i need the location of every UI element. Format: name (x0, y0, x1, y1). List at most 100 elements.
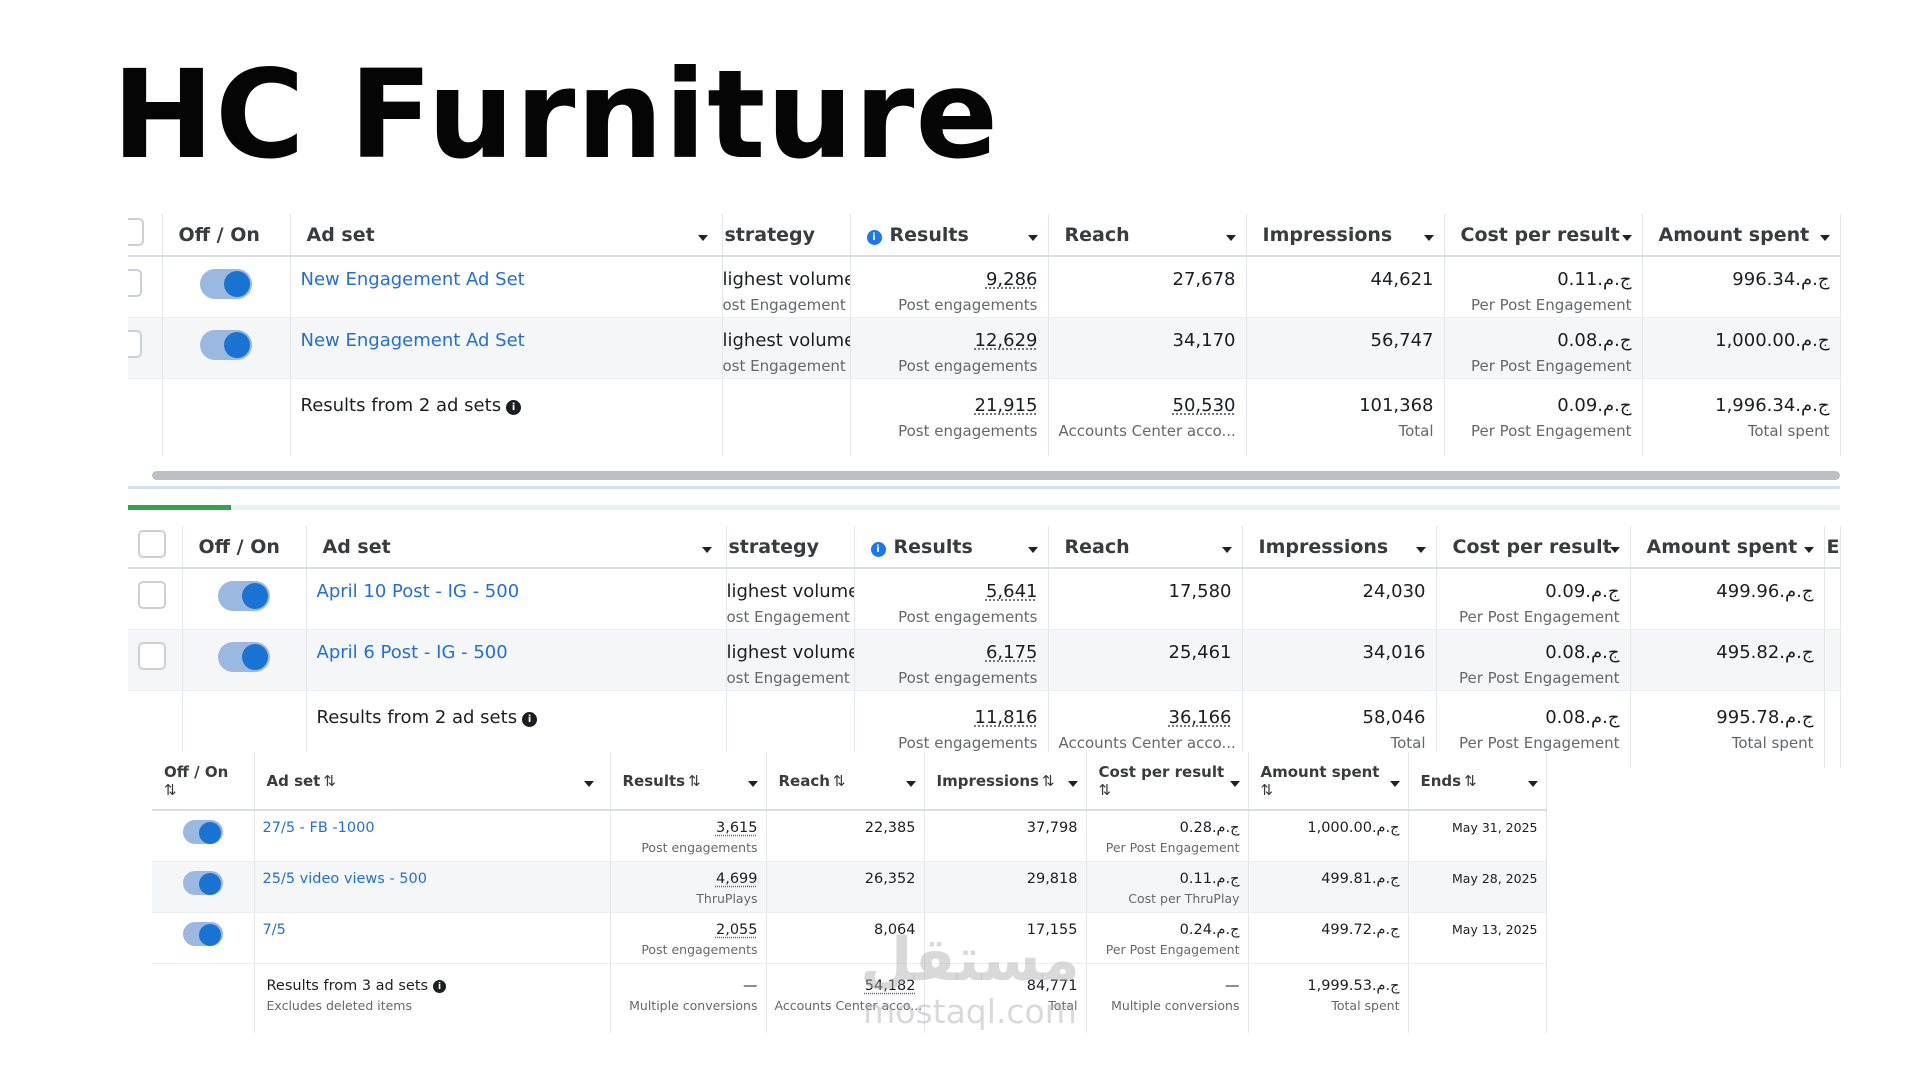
results-value[interactable]: 12,629 (975, 330, 1038, 351)
column-header-results[interactable]: i Results (850, 214, 1049, 257)
column-header-adset[interactable]: Ad set (306, 526, 727, 569)
sort-icon[interactable]: ⇅ (833, 772, 846, 790)
dropdown-caret-icon[interactable] (1027, 546, 1038, 553)
results-value[interactable]: 9,286 (986, 269, 1038, 290)
table-row[interactable]: April 10 Post - IG - 500 lighest volume o… (128, 568, 1841, 630)
column-header-toggle[interactable]: Off / On (182, 526, 307, 569)
summary-reach[interactable]: 54,182 (865, 978, 916, 994)
adset-name-link[interactable]: New Engagement Ad Set (301, 269, 525, 290)
dropdown-caret-icon[interactable] (1819, 234, 1830, 241)
amount-value: ج.م.499.72 (1248, 912, 1409, 964)
toggle-icon[interactable] (218, 581, 270, 611)
column-header-reach[interactable]: Reach (1048, 214, 1247, 257)
results-value[interactable]: 4,699 (716, 871, 758, 887)
row-checkbox[interactable] (128, 329, 142, 358)
dropdown-caret-icon[interactable] (1527, 780, 1538, 787)
sort-icon[interactable]: ⇅ (688, 772, 701, 790)
summary-results[interactable]: 21,915 (975, 395, 1038, 416)
column-header-reach[interactable]: Reach ⇅ (766, 752, 925, 811)
column-header-strategy[interactable]: strategy (722, 214, 851, 257)
dropdown-caret-icon[interactable] (1229, 780, 1240, 787)
column-header-cost[interactable]: Cost per result (1436, 526, 1631, 569)
dropdown-caret-icon[interactable] (1803, 546, 1814, 553)
sort-icon[interactable]: ⇅ (323, 772, 336, 790)
column-header-impressions[interactable]: Impressions ⇅ (924, 752, 1087, 811)
select-all-checkbox[interactable] (138, 530, 166, 558)
results-value[interactable]: 6,175 (986, 642, 1038, 663)
dropdown-caret-icon[interactable] (1221, 546, 1232, 553)
column-header-impressions[interactable]: Impressions (1242, 526, 1437, 569)
adset-name-link[interactable]: April 10 Post - IG - 500 (317, 581, 520, 602)
horizontal-scrollbar[interactable] (152, 471, 1840, 480)
dropdown-caret-icon[interactable] (701, 546, 712, 553)
toggle-icon[interactable] (218, 641, 270, 672)
adset-name-link[interactable]: 27/5 - FB -1000 (263, 820, 375, 836)
table-row[interactable]: 27/5 - FB -1000 3,615 Post engagements 22… (152, 810, 1547, 862)
sort-icon[interactable]: ⇅ (1464, 772, 1477, 790)
column-header-strategy[interactable]: strategy (726, 526, 855, 569)
column-header-amount[interactable]: Amount spent (1642, 214, 1841, 257)
dropdown-caret-icon[interactable] (747, 780, 758, 787)
table-row[interactable]: 7/5 2,055 Post engagements 8,064 17,155 ج… (152, 912, 1547, 964)
amount-value: ج.م.996.34 (1642, 256, 1841, 318)
results-value[interactable]: 2,055 (716, 922, 758, 938)
sort-icon[interactable]: ⇅ (164, 781, 177, 799)
sort-icon[interactable]: ⇅ (1099, 781, 1112, 799)
column-header-toggle[interactable]: Off / On ⇅ (152, 752, 255, 811)
adset-name-link[interactable]: 25/5 video views - 500 (263, 871, 427, 887)
summary-results[interactable]: 11,816 (975, 707, 1038, 728)
dropdown-caret-icon[interactable] (905, 780, 916, 787)
dropdown-caret-icon[interactable] (1067, 780, 1078, 787)
summary-reach[interactable]: 50,530 (1173, 395, 1236, 416)
adset-name-link[interactable]: New Engagement Ad Set (301, 330, 525, 351)
dropdown-caret-icon[interactable] (697, 234, 708, 241)
toggle-icon[interactable] (182, 921, 223, 946)
dropdown-caret-icon[interactable] (1415, 546, 1426, 553)
select-all-checkbox[interactable] (128, 218, 144, 246)
sort-icon[interactable]: ⇅ (1261, 781, 1274, 799)
dropdown-caret-icon[interactable] (1027, 234, 1038, 241)
sort-icon[interactable]: ⇅ (1042, 772, 1055, 790)
results-value[interactable]: 3,615 (716, 820, 758, 836)
column-header-toggle[interactable]: Off / On (162, 214, 291, 257)
impressions-value: 17,155 (924, 912, 1087, 964)
dropdown-caret-icon[interactable] (1225, 234, 1236, 241)
column-header-reach[interactable]: Reach (1048, 526, 1243, 569)
column-header-adset[interactable]: Ad set (290, 214, 723, 257)
dropdown-caret-icon[interactable] (1621, 234, 1632, 241)
cost-value: ج.م.0.11 (1557, 269, 1632, 290)
row-checkbox[interactable] (138, 581, 166, 609)
info-icon[interactable]: i (433, 980, 447, 993)
column-header-results[interactable]: i Results (854, 526, 1049, 569)
table-row[interactable]: April 6 Post - IG - 500 lighest volume os… (128, 629, 1841, 691)
column-header-cost[interactable]: Cost per result ⇅ (1086, 752, 1249, 811)
column-header-results[interactable]: Results ⇅ (610, 752, 767, 811)
row-checkbox[interactable] (138, 641, 166, 670)
column-header-amount[interactable]: Amount spent ⇅ (1248, 752, 1409, 811)
toggle-icon[interactable] (200, 269, 252, 299)
toggle-icon[interactable] (182, 820, 223, 844)
toggle-icon[interactable] (200, 329, 252, 360)
toggle-icon[interactable] (182, 870, 223, 895)
dropdown-caret-icon[interactable] (1389, 780, 1400, 787)
column-header-adset[interactable]: Ad set ⇅ (254, 752, 611, 811)
summary-reach[interactable]: 36,166 (1169, 707, 1232, 728)
results-value[interactable]: 5,641 (986, 581, 1038, 602)
table-row[interactable]: New Engagement Ad Set lighest volume ost … (128, 317, 1841, 379)
table-row[interactable]: New Engagement Ad Set lighest volume ost … (128, 256, 1841, 318)
column-header-ends[interactable]: Ends ⇅ (1408, 752, 1547, 811)
column-header-cost[interactable]: Cost per result (1444, 214, 1643, 257)
info-icon[interactable]: i (522, 711, 538, 727)
table-row[interactable]: 25/5 video views - 500 4,699 ThruPlays 26… (152, 861, 1547, 913)
info-icon[interactable]: i (506, 399, 522, 415)
row-checkbox[interactable] (128, 269, 142, 297)
dropdown-caret-icon[interactable] (1609, 546, 1620, 553)
adset-name-link[interactable]: 7/5 (263, 922, 286, 938)
column-header-extra[interactable]: E (1824, 526, 1841, 569)
cost-value: ج.م.0.28 (1179, 820, 1240, 836)
dropdown-caret-icon[interactable] (583, 780, 594, 787)
adset-name-link[interactable]: April 6 Post - IG - 500 (317, 642, 508, 663)
column-header-impressions[interactable]: Impressions (1246, 214, 1445, 257)
column-header-amount[interactable]: Amount spent (1630, 526, 1825, 569)
dropdown-caret-icon[interactable] (1423, 234, 1434, 241)
